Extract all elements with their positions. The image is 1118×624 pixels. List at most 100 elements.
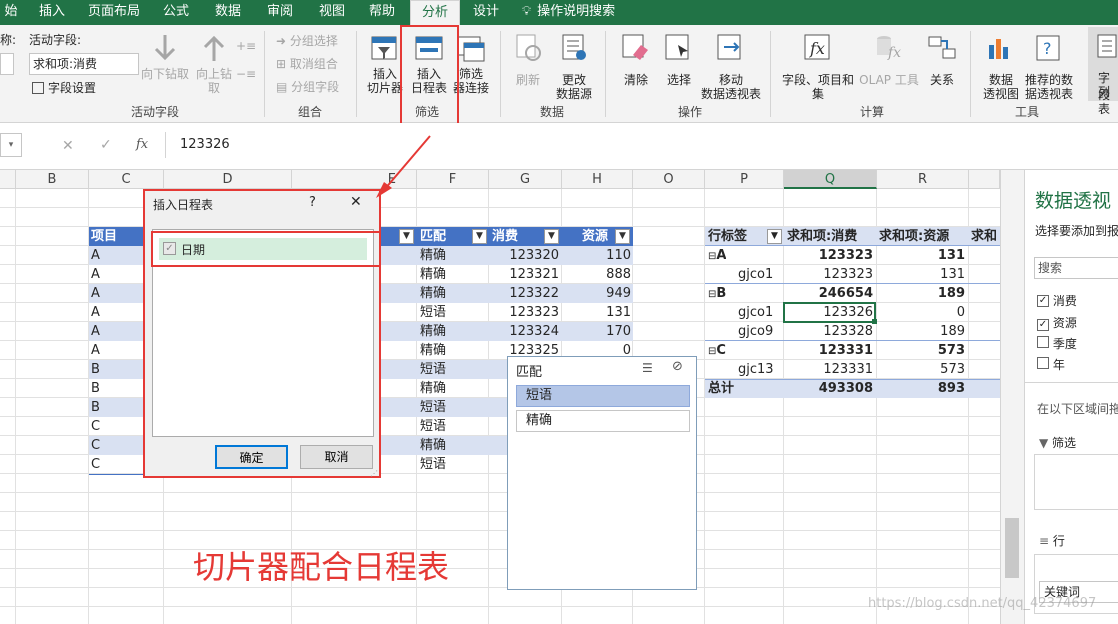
tab-view[interactable]: 视图 (310, 0, 354, 25)
filter-dropdown-icon[interactable]: ▼ (615, 229, 630, 244)
column-header-q[interactable]: Q (784, 170, 877, 189)
table-cell[interactable]: 123323 (489, 303, 559, 322)
pivot-value[interactable]: 189 (877, 284, 965, 303)
table-cell[interactable]: 精确 (420, 322, 446, 341)
table-cell[interactable]: B (91, 379, 100, 398)
field-list-button[interactable]: 字段 列表 (1088, 27, 1118, 116)
expand-field-icon[interactable]: +≡ (236, 39, 256, 53)
table-cell[interactable]: 精确 (420, 284, 446, 303)
filter-dropdown-icon[interactable]: ▼ (399, 229, 414, 244)
table-cell[interactable]: 949 (562, 284, 631, 303)
table-cell[interactable]: A (91, 265, 100, 284)
table-cell[interactable]: 精确 (420, 246, 446, 265)
table-cell[interactable]: B (91, 398, 100, 417)
field-settings-button[interactable]: 字段设置 (32, 81, 96, 95)
tab-data[interactable]: 数据 (206, 0, 250, 25)
slicer-item[interactable]: 短语 (516, 385, 690, 407)
pivot-value[interactable]: 189 (877, 322, 965, 341)
pivot-row-label[interactable]: ⊟B (708, 284, 726, 303)
pivot-row-label[interactable]: gjc13 (738, 360, 774, 379)
pivot-total-label[interactable]: 总计 (708, 379, 734, 398)
pivot-row-label[interactable]: gjco1 (738, 265, 773, 284)
name-box-dropdown[interactable]: ▾ (0, 133, 22, 157)
select-all-corner[interactable] (0, 170, 16, 189)
table-cell[interactable]: 170 (562, 322, 631, 341)
ungroup-button[interactable]: ⊞ 取消组合 (276, 57, 338, 71)
close-icon[interactable]: ✕ (350, 194, 362, 210)
table-cell[interactable]: C (91, 455, 100, 474)
table-cell[interactable]: 短语 (420, 360, 446, 379)
pivot-row-label[interactable]: ⊟C (708, 341, 726, 360)
collapse-field-icon[interactable]: −≡ (236, 67, 256, 81)
field-item[interactable]: ✓ 资源 (1037, 314, 1077, 331)
help-icon[interactable]: ? (309, 195, 316, 210)
table-cell[interactable]: A (91, 322, 100, 341)
column-header-s[interactable] (969, 170, 1000, 189)
column-header-c[interactable]: C (89, 170, 164, 189)
table-cell[interactable]: A (91, 284, 100, 303)
column-header-g[interactable]: G (489, 170, 562, 189)
ok-button[interactable]: 确定 (215, 445, 288, 469)
field-item[interactable]: 季度 (1037, 335, 1077, 352)
column-header-o[interactable]: O (633, 170, 705, 189)
pivot-value-selected[interactable]: 123326 (784, 303, 873, 322)
cancel-entry-icon[interactable]: ✕ (62, 138, 74, 154)
pivot-value[interactable]: 573 (877, 341, 965, 360)
table-cell[interactable]: C (91, 417, 100, 436)
table-cell[interactable]: 123322 (489, 284, 559, 303)
multi-select-icon[interactable]: ☰ (642, 361, 653, 375)
table-cell[interactable]: B (91, 360, 100, 379)
tab-help[interactable]: 帮助 (360, 0, 404, 25)
table-cell[interactable]: 短语 (420, 455, 446, 474)
pivot-value[interactable]: 123323 (784, 246, 873, 265)
column-header-h[interactable]: H (562, 170, 633, 189)
active-field-input[interactable]: 求和项:消费 (29, 53, 139, 75)
table-cell[interactable]: 123320 (489, 246, 559, 265)
table-cell[interactable]: A (91, 341, 100, 360)
filter-dropdown-icon[interactable]: ▼ (472, 229, 487, 244)
scrollbar-thumb[interactable] (1005, 518, 1019, 578)
table-cell[interactable]: 精确 (420, 436, 446, 455)
tab-insert[interactable]: 插入 (30, 0, 74, 25)
table-cell[interactable]: 精确 (420, 341, 446, 360)
table-cell[interactable]: 精确 (420, 379, 446, 398)
pivot-value[interactable]: 246654 (784, 284, 873, 303)
table-cell[interactable]: 888 (562, 265, 631, 284)
pivot-value[interactable]: 123328 (784, 322, 873, 341)
pivot-row-label[interactable]: ⊟A (708, 246, 726, 265)
tab-formulas[interactable]: 公式 (156, 0, 196, 25)
column-header-p[interactable]: P (705, 170, 784, 189)
pivot-value[interactable]: 123331 (784, 341, 873, 360)
table-cell[interactable]: C (91, 436, 100, 455)
table-cell[interactable]: 精确 (420, 265, 446, 284)
pivot-value[interactable]: 123323 (784, 265, 873, 284)
field-item[interactable]: 年 (1037, 356, 1065, 373)
filter-dropdown-icon[interactable]: ▼ (544, 229, 559, 244)
tab-start[interactable]: 始 (0, 0, 22, 25)
pivot-value[interactable]: 123331 (784, 360, 873, 379)
insert-function-icon[interactable]: fx (136, 137, 148, 152)
pivot-name-input[interactable] (0, 53, 14, 75)
pivot-total-value[interactable]: 493308 (784, 379, 873, 398)
pivot-value[interactable]: 131 (877, 246, 965, 265)
group-field-button[interactable]: ▤ 分组字段 (276, 80, 339, 94)
pivot-value[interactable]: 131 (877, 265, 965, 284)
table-cell[interactable]: 110 (562, 246, 631, 265)
field-item[interactable]: ✓ 消费 (1037, 295, 1118, 307)
clear-filter-icon[interactable]: ⊘ (672, 359, 683, 374)
checkbox-checked-icon[interactable]: ✓ (1037, 295, 1049, 307)
group-selection-button[interactable]: ➜ 分组选择 (276, 34, 338, 48)
table-cell[interactable]: 短语 (420, 303, 446, 322)
pivot-row-label[interactable]: gjco1 (738, 303, 773, 322)
tab-page-layout[interactable]: 页面布局 (82, 0, 146, 25)
pivot-total-value[interactable]: 893 (877, 379, 965, 398)
checkbox-checked-icon[interactable]: ✓ (1037, 319, 1049, 331)
tell-me-search[interactable]: 💡︎ 操作说明搜索 (522, 0, 636, 25)
resize-grip-icon[interactable]: ⋰ (370, 469, 378, 478)
table-cell[interactable]: 短语 (420, 417, 446, 436)
tab-design[interactable]: 设计 (464, 0, 508, 25)
field-search-input[interactable]: 搜索 (1034, 257, 1118, 279)
table-cell[interactable]: 123321 (489, 265, 559, 284)
pivot-value[interactable]: 573 (877, 360, 965, 379)
column-header-b[interactable]: B (16, 170, 89, 189)
